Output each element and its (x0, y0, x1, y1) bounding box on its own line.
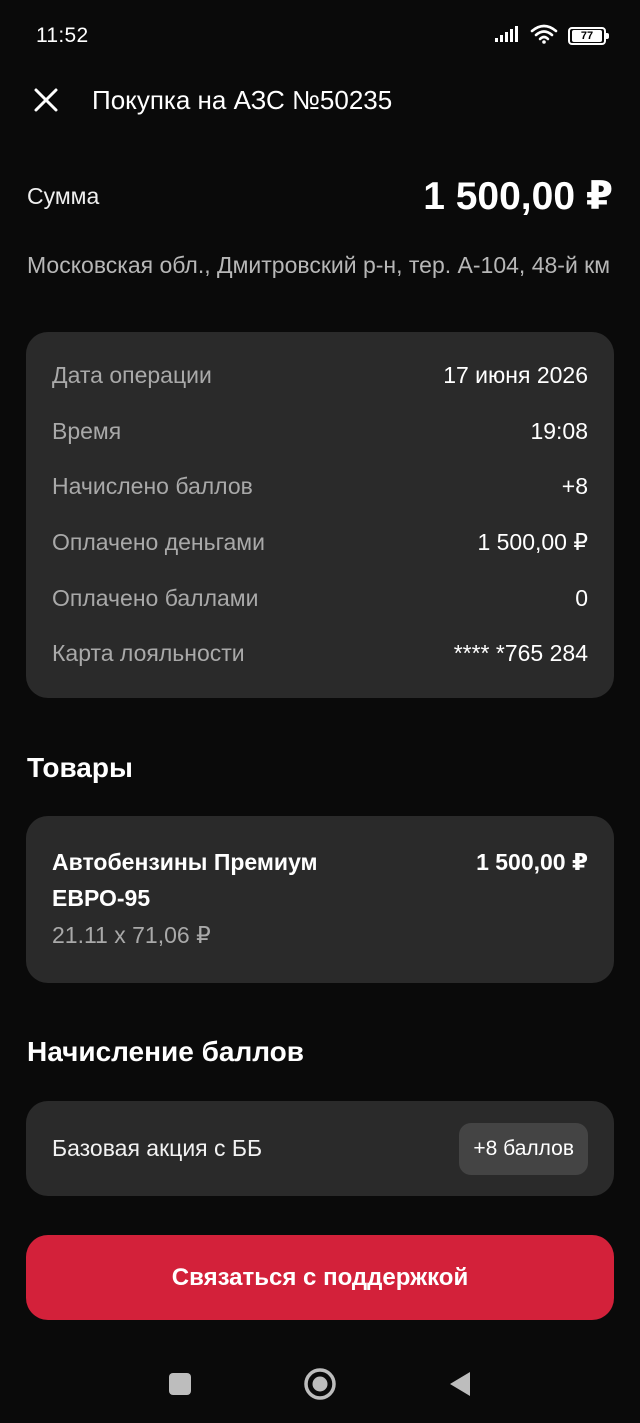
wifi-icon (530, 24, 558, 49)
sum-label: Сумма (27, 182, 100, 209)
detail-label: Оплачено деньгами (52, 529, 265, 556)
detail-value: 1 500,00 ₽ (477, 529, 588, 556)
detail-row-paid-money: Оплачено деньгами 1 500,00 ₽ (52, 515, 588, 571)
detail-row-date: Дата операции 17 июня 2026 (52, 348, 588, 404)
detail-row-loyalty-card: Карта лояльности **** *765 284 (52, 626, 588, 682)
battery-level: 77 (572, 30, 602, 42)
goods-card: Автобензины Премиум ЕВРО-95 1 500,00 ₽ 2… (26, 816, 614, 983)
sum-value: 1 500,00 ₽ (423, 174, 613, 218)
header: Покупка на АЗС №50235 (0, 72, 640, 128)
detail-row-paid-points: Оплачено баллами 0 (52, 570, 588, 626)
recents-icon[interactable] (110, 1354, 250, 1414)
goods-section-title: Товары (27, 752, 133, 783)
goods-item-name: Автобензины Премиум ЕВРО-95 (52, 849, 318, 911)
detail-row-points-earned: Начислено баллов +8 (52, 459, 588, 515)
signal-icon (494, 25, 520, 48)
detail-value: 0 (575, 584, 588, 611)
back-icon[interactable] (390, 1354, 530, 1414)
detail-label: Время (52, 417, 122, 444)
detail-label: Оплачено баллами (52, 584, 259, 611)
detail-label: Карта лояльности (52, 640, 245, 667)
detail-value: 17 июня 2026 (443, 362, 588, 389)
sum-row: Сумма 1 500,00 ₽ (27, 168, 613, 224)
bonus-card: Базовая акция с ББ +8 баллов (26, 1101, 614, 1196)
goods-item: Автобензины Премиум ЕВРО-95 1 500,00 ₽ (52, 844, 588, 916)
station-address: Московская обл., Дмитровский р-н, тер. А… (27, 252, 611, 278)
goods-item-price: 1 500,00 ₽ (476, 849, 588, 875)
status-icons: 77 (494, 24, 609, 49)
battery-icon: 77 (568, 27, 609, 45)
bonuses-section-title: Начисление баллов (27, 1036, 304, 1067)
contact-support-button[interactable]: Связаться с поддержкой (26, 1235, 614, 1320)
bonus-badge: +8 баллов (459, 1122, 588, 1175)
close-icon[interactable] (30, 84, 62, 116)
detail-value: **** *765 284 (453, 640, 588, 667)
detail-value: 19:08 (530, 417, 588, 444)
home-icon[interactable] (250, 1354, 390, 1414)
status-time: 11:52 (36, 24, 89, 47)
system-nav-bar (0, 1344, 640, 1423)
status-bar: 11:52 77 (0, 0, 640, 72)
goods-item-quantity: 21.11 x 71,06 ₽ (52, 922, 211, 948)
detail-label: Начислено баллов (52, 473, 253, 500)
detail-label: Дата операции (52, 362, 212, 389)
page-title: Покупка на АЗС №50235 (92, 84, 393, 115)
operation-details-card: Дата операции 17 июня 2026 Время 19:08 Н… (26, 332, 614, 698)
detail-row-time: Время 19:08 (52, 404, 588, 460)
detail-value: +8 (561, 473, 588, 500)
bonus-label: Базовая акция с ББ (52, 1135, 263, 1161)
purchase-details-screen: 11:52 77 Покупка на АЗС №50235 Сумма 1 5… (0, 0, 640, 1423)
